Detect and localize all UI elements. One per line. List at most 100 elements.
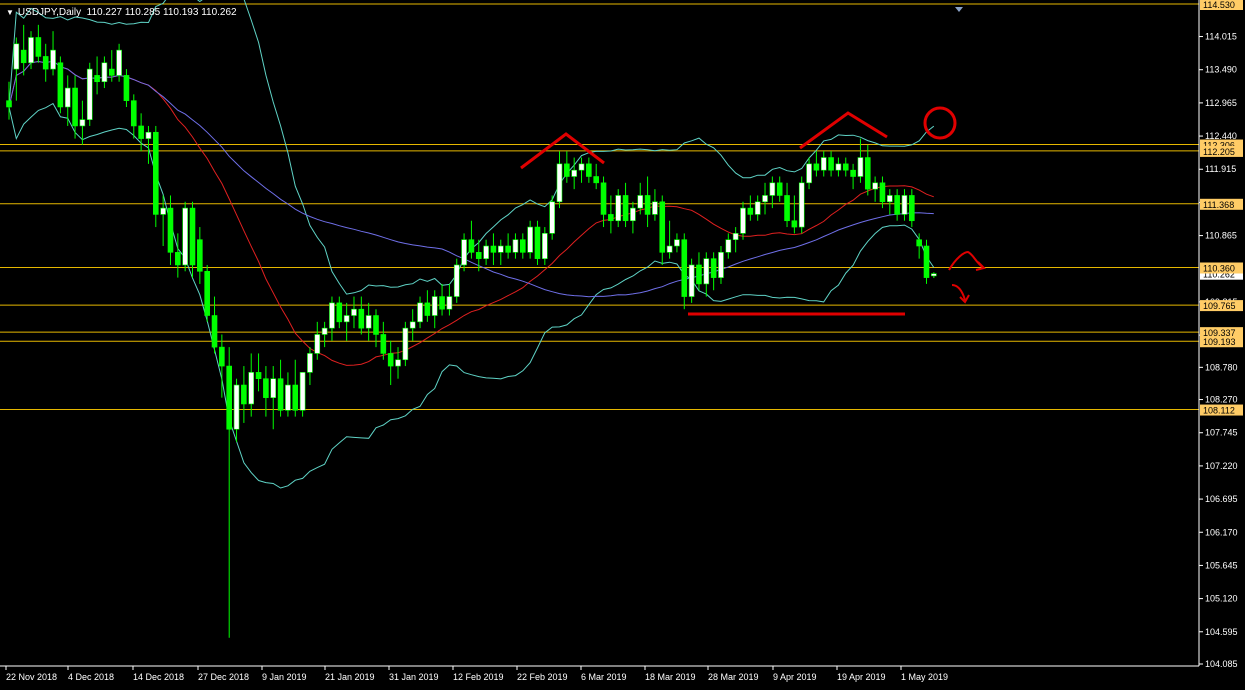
candle[interactable] (549, 195, 555, 240)
candle-body (901, 195, 908, 215)
candle-body (145, 131, 152, 139)
level-tag: 109.765 (1200, 300, 1243, 312)
candle-body (248, 372, 255, 405)
time-tick-label: 22 Nov 2018 (6, 672, 57, 682)
candle[interactable] (453, 258, 460, 303)
candle[interactable] (402, 321, 409, 367)
candle[interactable] (86, 62, 93, 126)
candle-body (512, 239, 519, 253)
candle-body (277, 378, 284, 411)
candle-body (255, 372, 262, 380)
candle-body (307, 353, 313, 373)
candle-body (299, 372, 306, 411)
candle-body (336, 302, 343, 323)
candle-body (28, 37, 34, 64)
candle[interactable] (204, 264, 210, 322)
level-tag: 110.360 (1200, 262, 1243, 274)
candle-body (769, 182, 776, 196)
chart-window[interactable]: 114.015113.490112.965112.440111.915111.3… (0, 0, 1245, 690)
candle-body (732, 233, 739, 240)
candle[interactable] (182, 201, 188, 272)
candle-body (791, 220, 798, 228)
candle-body (431, 296, 438, 316)
candle[interactable] (688, 258, 695, 303)
candle-body (490, 245, 497, 253)
candle-body (505, 245, 511, 253)
price-tick-label: 111.915 (1205, 164, 1236, 174)
candle-body (94, 75, 100, 83)
candle-body (497, 245, 504, 253)
candle[interactable] (923, 239, 930, 284)
candle-body (644, 195, 651, 215)
price-tick-label: 110.865 (1205, 231, 1237, 241)
candle-body (578, 163, 585, 171)
time-tick-label: 19 Apr 2019 (837, 672, 886, 682)
candle-body (879, 182, 886, 203)
time-tick-label: 21 Jan 2019 (325, 672, 375, 682)
candle-body (600, 182, 607, 215)
candle-body (409, 321, 416, 329)
candle-body (718, 252, 724, 278)
candle-body (292, 384, 299, 411)
candle-body (850, 169, 856, 177)
time-tick-label: 4 Dec 2018 (68, 672, 114, 682)
candle-body (798, 182, 805, 228)
candle-body (468, 239, 475, 253)
candle-body (86, 68, 93, 120)
candle-body (35, 37, 42, 57)
candle-body (681, 239, 688, 297)
candle-body (747, 207, 754, 215)
candle-body (835, 163, 842, 171)
level-tag: 108.112 (1200, 404, 1243, 416)
level-tag: 111.368 (1200, 198, 1243, 210)
ohlc-readout: 110.227 110.285 110.193 110.262 (86, 7, 237, 18)
candle-body (285, 384, 291, 411)
candle-body (916, 239, 922, 247)
candle-body (534, 226, 541, 259)
candle[interactable] (153, 125, 159, 228)
candle-body (909, 195, 915, 222)
candle-body (79, 119, 86, 127)
candle-body (321, 327, 328, 335)
candle-body (886, 195, 893, 203)
time-tick-label: 6 Mar 2019 (581, 672, 627, 682)
candle[interactable] (798, 176, 805, 234)
candle-body (571, 169, 577, 177)
candle-body (894, 195, 900, 215)
candle-body (402, 327, 409, 361)
candle-body (130, 100, 137, 127)
candle-body (233, 384, 240, 430)
candle-body (439, 296, 445, 310)
candle-body (864, 157, 871, 190)
candle-body (542, 233, 548, 259)
time-tick-label: 18 Mar 2019 (645, 672, 696, 682)
dropdown-arrow-icon[interactable]: ▼ (6, 8, 14, 17)
level-tag-label: 112.205 (1203, 147, 1235, 157)
candle-body (343, 315, 350, 323)
price-chart[interactable]: 114.015113.490112.965112.440111.915111.3… (0, 0, 1245, 690)
level-tag-label: 109.765 (1203, 301, 1236, 311)
candle-body (358, 308, 365, 329)
time-tick-label: 9 Jan 2019 (262, 672, 307, 682)
candle-body (696, 264, 702, 285)
level-tag-label: 114.530 (1203, 0, 1235, 10)
candle-body (108, 68, 115, 76)
candle[interactable] (534, 220, 541, 265)
time-tick-label: 27 Dec 2018 (198, 672, 249, 682)
candle[interactable] (299, 372, 306, 417)
candle-body (710, 258, 717, 278)
level-tag: 109.193 (1200, 336, 1243, 348)
level-tag: 112.205 (1200, 145, 1243, 157)
candle-body (20, 49, 27, 64)
candle-body (527, 226, 533, 253)
candle-body (828, 157, 834, 171)
level-tag: 114.530 (1200, 0, 1243, 10)
time-tick-label: 12 Feb 2019 (453, 672, 504, 682)
time-tick-label: 1 May 2019 (901, 672, 948, 682)
candle[interactable] (57, 56, 64, 114)
candle-body (674, 239, 680, 247)
time-tick-label: 9 Apr 2019 (773, 672, 817, 682)
price-tick-label: 107.745 (1205, 428, 1238, 438)
candle-body (167, 207, 174, 253)
candle-body (652, 201, 658, 215)
